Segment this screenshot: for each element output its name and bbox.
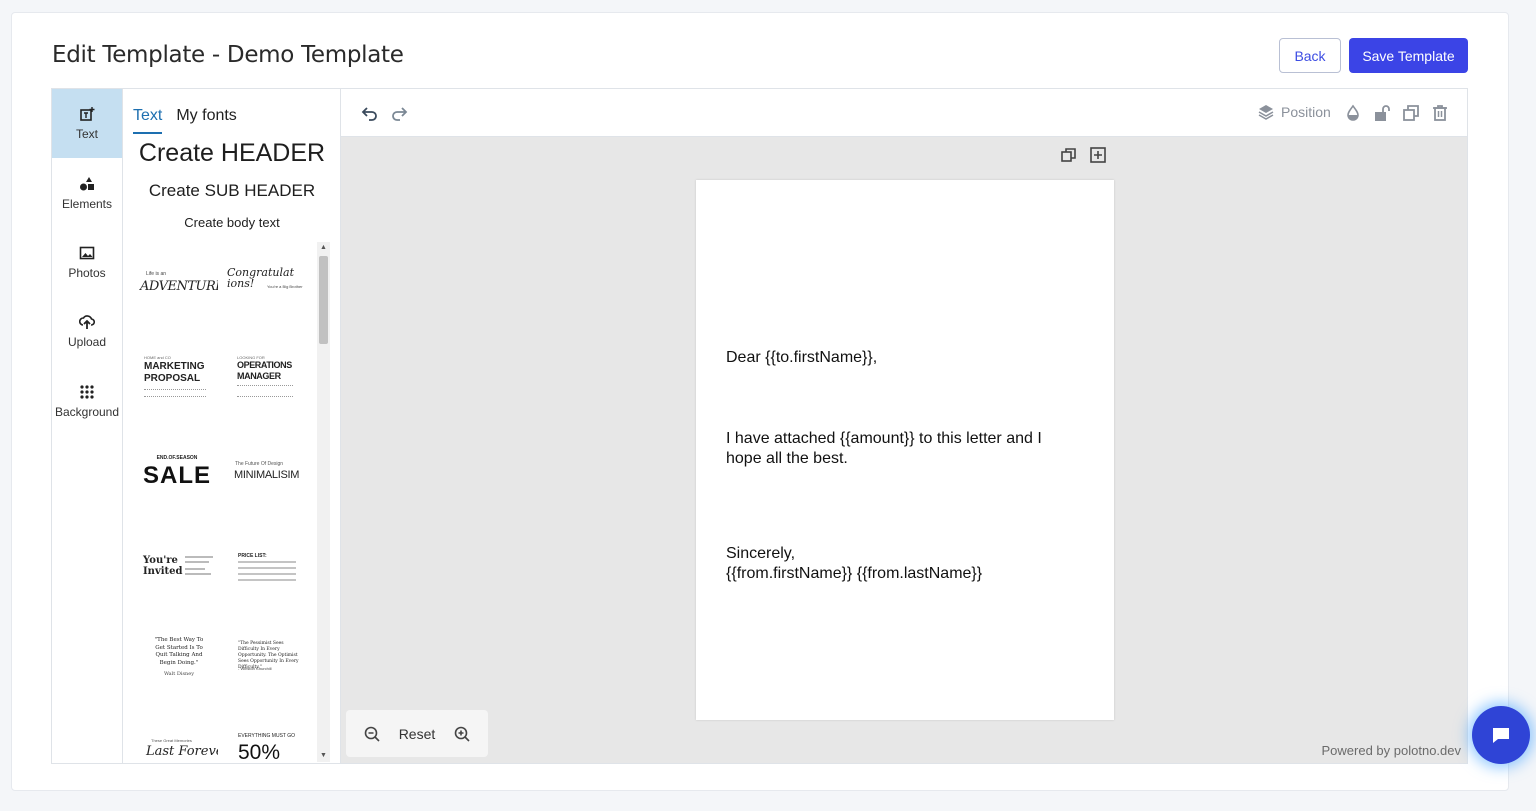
side-tab-label: Upload	[67, 335, 107, 349]
back-button[interactable]: Back	[1279, 38, 1341, 73]
canvas-page[interactable]: Dear {{to.firstName}}, I have attached {…	[696, 180, 1114, 720]
tab-my-fonts[interactable]: My fonts	[176, 107, 236, 134]
text-template-last-forever[interactable]: These Great Memories Last Forever	[136, 709, 218, 763]
body-text-line-2[interactable]: hope all the best.	[726, 449, 848, 469]
shapes-icon	[80, 177, 94, 191]
editor-toolbar: Position	[341, 89, 1467, 137]
save-template-button[interactable]: Save Template	[1349, 38, 1468, 73]
side-tab-label: Elements	[61, 197, 113, 211]
dots-grid-icon	[80, 385, 94, 399]
zoom-in-icon[interactable]	[453, 725, 471, 743]
add-page-icon[interactable]	[1089, 146, 1107, 164]
side-tab-label: Text	[75, 127, 98, 141]
create-body-text-button[interactable]: Create body text	[123, 215, 340, 230]
text-template-invited[interactable]: You're Invited	[136, 523, 218, 605]
undo-icon[interactable]	[360, 103, 380, 123]
templates-scrollbar[interactable]: ▲ ▼	[317, 242, 330, 762]
text-template-quote-disney[interactable]: "The Best Way To Get Started Is To Quit …	[136, 616, 218, 698]
text-add-icon	[80, 107, 95, 121]
side-tab-text[interactable]: Text	[52, 89, 122, 158]
zoom-reset-button[interactable]: Reset	[399, 726, 436, 742]
powered-by-credit[interactable]: Powered by polotno.dev	[1322, 743, 1461, 758]
unlock-icon[interactable]	[1372, 103, 1392, 123]
text-template-operations-manager[interactable]: LOOKING FOR OPERATIONS MANAGER	[225, 337, 307, 419]
text-template-marketing-proposal[interactable]: HOME and CO MARKETING PROPOSAL	[136, 337, 218, 419]
side-tab-label: Photos	[68, 266, 106, 280]
text-templates-list: Life is an ADVENTURE Congratulat ions! Y…	[131, 244, 317, 763]
upload-icon	[79, 315, 95, 329]
redo-icon[interactable]	[389, 103, 409, 123]
position-button[interactable]: Position	[1257, 103, 1331, 121]
scroll-up-arrow-icon[interactable]: ▲	[317, 242, 330, 254]
signature-text[interactable]: {{from.firstName}} {{from.lastName}}	[726, 564, 982, 584]
template-editor: Text Elements Photos Upload Background T…	[51, 88, 1468, 764]
canvas-workspace: Dear {{to.firstName}}, I have attached {…	[341, 137, 1467, 763]
side-tab-upload[interactable]: Upload	[52, 297, 122, 366]
zoom-out-icon[interactable]	[363, 725, 381, 743]
create-header-button[interactable]: Create HEADER	[123, 139, 340, 168]
closing-text[interactable]: Sincerely,	[726, 544, 795, 564]
image-icon	[79, 246, 95, 260]
salutation-text[interactable]: Dear {{to.firstName}},	[726, 348, 877, 368]
scroll-down-arrow-icon[interactable]: ▼	[317, 750, 330, 762]
opacity-icon[interactable]	[1343, 103, 1363, 123]
tab-text[interactable]: Text	[133, 107, 163, 134]
text-template-minimalisim[interactable]: The Future Of Design MINIMALISIM	[225, 430, 307, 512]
text-panel: Text My fonts Create HEADER Create SUB H…	[123, 89, 341, 763]
trash-icon[interactable]	[1430, 103, 1450, 123]
text-template-congratulations[interactable]: Congratulat ions! You're a Big Brother	[225, 244, 307, 326]
side-tabs: Text Elements Photos Upload Background	[52, 89, 123, 763]
body-text-line-1[interactable]: I have attached {{amount}} to this lette…	[726, 429, 1042, 449]
side-tab-label: Background	[54, 405, 120, 419]
layers-icon	[1258, 105, 1274, 120]
position-label: Position	[1281, 104, 1331, 120]
text-template-quote-churchill[interactable]: "The Pessimist Sees Difficulty In Every …	[225, 616, 307, 698]
text-template-fifty-percent[interactable]: EVERYTHING MUST GO 50%	[225, 709, 307, 763]
scroll-thumb[interactable]	[319, 256, 328, 344]
side-tab-photos[interactable]: Photos	[52, 228, 122, 297]
side-tab-elements[interactable]: Elements	[52, 159, 122, 228]
duplicate-icon[interactable]	[1401, 103, 1421, 123]
page-title: Edit Template - Demo Template	[52, 42, 404, 68]
text-panel-tabs: Text My fonts	[133, 107, 237, 134]
duplicate-page-icon[interactable]	[1060, 146, 1078, 164]
chat-icon	[1493, 728, 1509, 743]
chat-widget-button[interactable]	[1472, 706, 1530, 764]
text-template-price-list[interactable]: PRICE LIST:	[225, 523, 307, 605]
text-template-adventure[interactable]: Life is an ADVENTURE	[136, 244, 218, 326]
side-tab-background[interactable]: Background	[52, 367, 122, 436]
create-sub-header-button[interactable]: Create SUB HEADER	[123, 181, 340, 201]
text-template-sale[interactable]: END.OF.SEASON SALE	[136, 430, 218, 512]
zoom-controls: Reset	[346, 710, 488, 757]
